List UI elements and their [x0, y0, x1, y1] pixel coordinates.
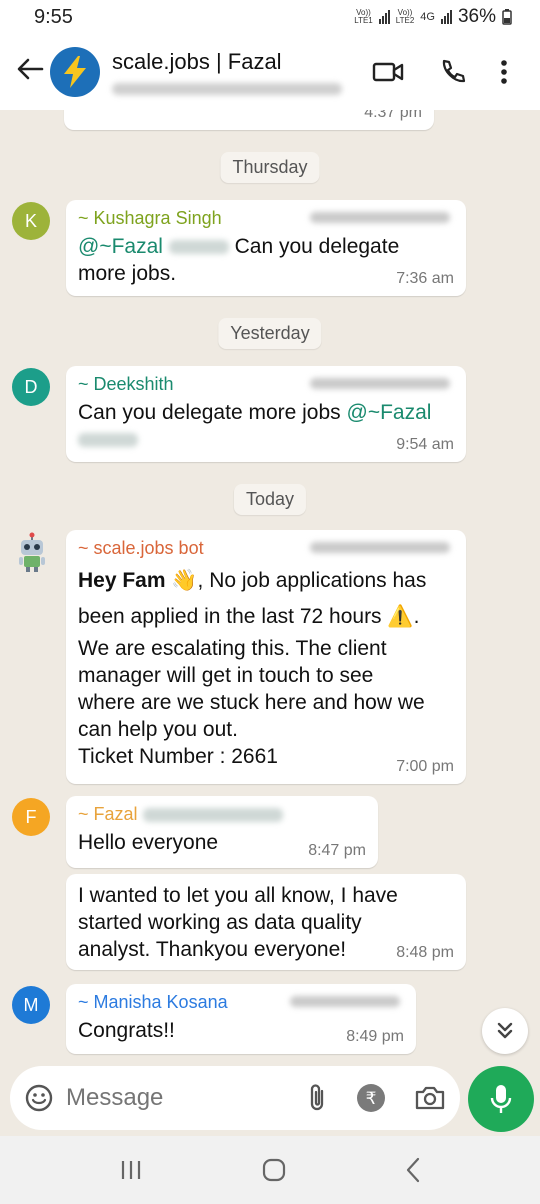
sender-phone-redacted	[290, 996, 400, 1007]
more-options-icon[interactable]	[500, 59, 508, 85]
message-text: Hey Fam 👋, No job applications has been …	[78, 569, 427, 628]
message-bubble-manisha[interactable]: ~ Manisha Kosana Congrats!! 8:49 pm	[66, 984, 416, 1054]
back-arrow-icon[interactable]	[10, 55, 50, 89]
message-bubble-fazal[interactable]: ~ Fazal Hello everyone 8:47 pm	[66, 796, 378, 868]
chat-messages-area[interactable]: 4:37 pm Thursday K ~ Kushagra Singh @~Fa…	[0, 110, 540, 1060]
system-nav-bar	[0, 1136, 540, 1204]
message-time: 4:37 pm	[364, 110, 422, 121]
group-avatar[interactable]	[50, 47, 100, 97]
sender-phone-redacted	[310, 212, 450, 223]
robot-avatar-icon[interactable]	[14, 532, 50, 572]
sim1-indicator: Vo)) LTE1	[354, 8, 373, 25]
message-time: 7:00 pm	[396, 758, 454, 775]
svg-text:₹: ₹	[366, 1089, 377, 1109]
video-call-icon[interactable]	[372, 60, 404, 84]
message-bubble-kushagra[interactable]: ~ Kushagra Singh @~Fazal Can you delegat…	[66, 200, 466, 296]
recent-apps-icon[interactable]	[119, 1159, 143, 1181]
date-chip-thursday: Thursday	[220, 152, 320, 183]
waving-hand-emoji: 👋	[171, 569, 198, 592]
avatar-deekshith[interactable]: D	[12, 368, 50, 406]
battery-level: 36%	[457, 6, 496, 27]
sender-phone-redacted	[142, 808, 283, 823]
attach-icon[interactable]	[306, 1083, 328, 1113]
message-bubble-deekshith[interactable]: ~ Deekshith Can you delegate more jobs @…	[66, 366, 466, 462]
message-time: 8:48 pm	[396, 944, 454, 961]
message-time: 9:54 am	[396, 436, 454, 453]
date-chip-yesterday: Yesterday	[218, 318, 322, 349]
microphone-icon	[490, 1085, 512, 1113]
sender-name[interactable]: ~ Fazal	[78, 804, 366, 825]
message-bubble-bot[interactable]: ~ scale.jobs bot Hey Fam 👋, No job appli…	[66, 530, 466, 784]
sender-phone-redacted	[310, 542, 450, 553]
message-time: 7:36 am	[396, 270, 454, 287]
back-nav-icon[interactable]	[405, 1157, 421, 1183]
signal-icon-2	[440, 10, 452, 24]
status-bar: 9:55 Vo)) LTE1 Vo)) LTE2 4G 36%	[0, 0, 540, 34]
mention-redacted	[78, 433, 138, 448]
sim2-indicator: Vo)) LTE2	[395, 8, 415, 25]
status-icons: Vo)) LTE1 Vo)) LTE2 4G 36%	[354, 6, 512, 28]
chat-title-block[interactable]: scale.jobs | Fazal	[112, 49, 352, 95]
scroll-to-bottom-button[interactable]	[482, 1008, 528, 1054]
battery-icon	[502, 9, 512, 25]
message-bubble-fazal-2[interactable]: I wanted to let you all know, I have sta…	[66, 874, 466, 970]
message-time: 8:49 pm	[346, 1028, 404, 1045]
payment-rupee-icon[interactable]: ₹	[356, 1083, 386, 1113]
emoji-icon[interactable]	[24, 1083, 54, 1113]
message-composer: ₹	[10, 1066, 460, 1130]
voice-call-icon[interactable]	[438, 58, 466, 86]
date-chip-today: Today	[233, 484, 307, 515]
warning-emoji: ⚠️	[387, 605, 414, 628]
lightning-icon	[64, 56, 86, 88]
network-type: 4G	[420, 11, 435, 23]
status-time: 9:55	[34, 5, 73, 28]
voice-message-button[interactable]	[468, 1066, 534, 1132]
message-time: 8:47 pm	[308, 842, 366, 859]
avatar-fazal[interactable]: F	[12, 798, 50, 836]
sender-phone-redacted	[310, 378, 450, 389]
home-icon[interactable]	[261, 1157, 287, 1183]
participants-redacted	[112, 83, 342, 95]
double-chevron-down-icon	[497, 1022, 513, 1039]
camera-icon[interactable]	[414, 1084, 446, 1112]
chat-header: scale.jobs | Fazal	[0, 34, 540, 110]
mention-redacted	[168, 240, 229, 255]
mention[interactable]: @~Fazal	[78, 235, 163, 258]
message-input[interactable]	[66, 1084, 266, 1112]
message-text-continued: We are escalating this. The client manag…	[78, 637, 425, 768]
signal-icon	[378, 10, 390, 24]
avatar-kushagra[interactable]: K	[12, 202, 50, 240]
mention[interactable]: @~Fazal	[347, 401, 432, 424]
message-bubble-previous[interactable]: 4:37 pm	[64, 110, 434, 130]
chat-title: scale.jobs | Fazal	[112, 49, 282, 74]
avatar-manisha[interactable]: M	[12, 986, 50, 1024]
